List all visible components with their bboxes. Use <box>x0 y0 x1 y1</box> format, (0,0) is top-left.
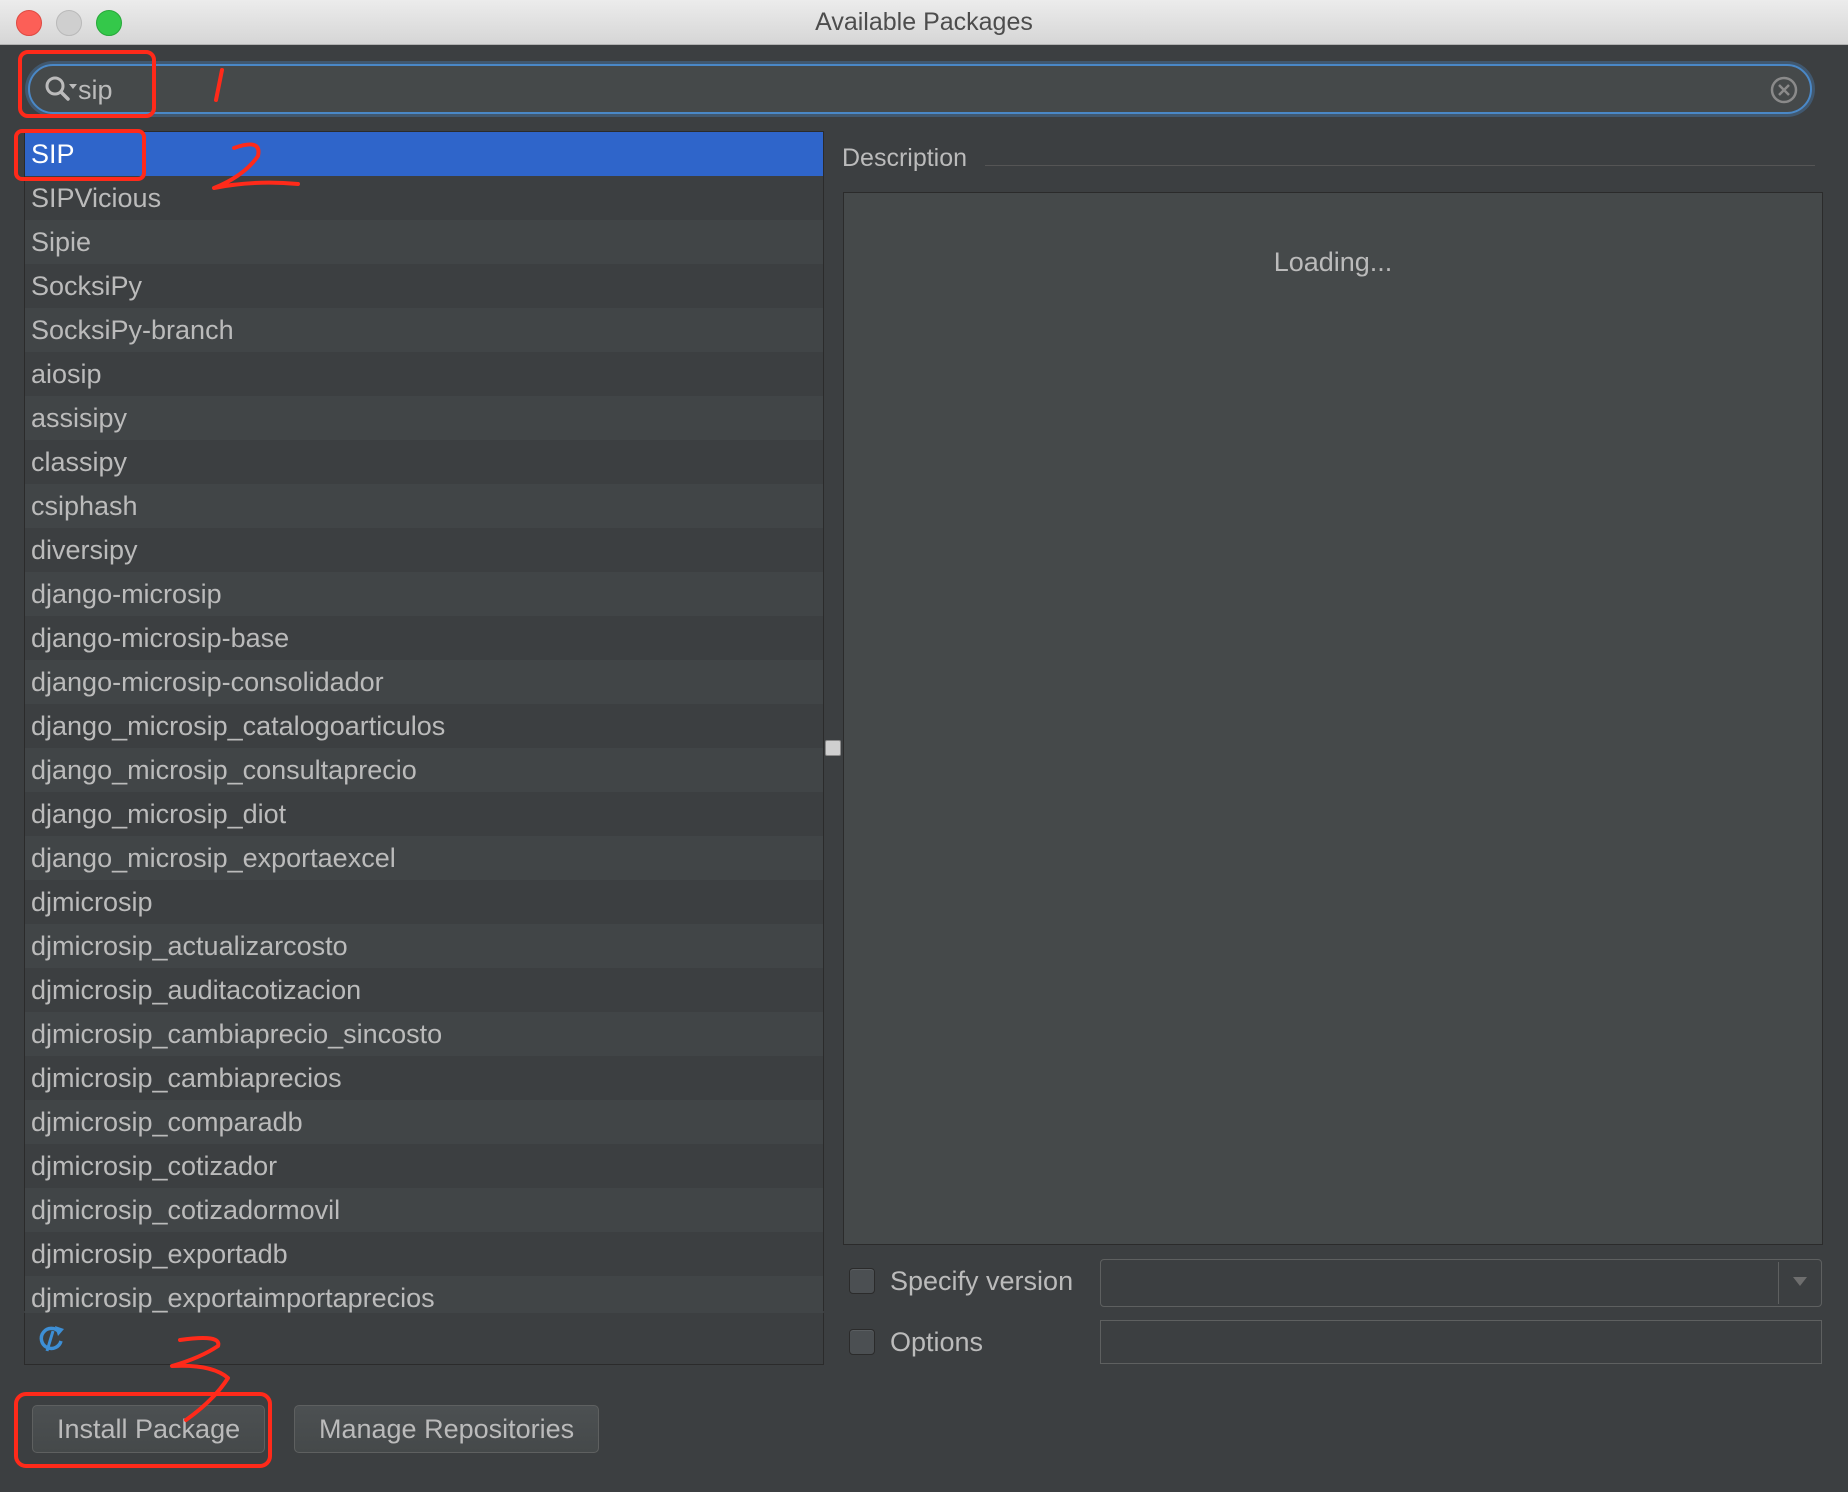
package-list-item[interactable]: SocksiPy <box>25 264 823 308</box>
description-label: Description <box>842 144 968 172</box>
package-list-item[interactable]: djmicrosip <box>25 880 823 924</box>
splitter-handle[interactable] <box>825 740 841 756</box>
package-list-items: SIP SIPVicious Sipie SocksiPy SocksiPy-branc… <box>25 132 823 1313</box>
loading-text: Loading... <box>1273 247 1393 277</box>
package-list-item[interactable]: django_microsip_catalogoarticulos <box>25 704 823 748</box>
package-list-toolbar <box>24 1313 824 1365</box>
package-list-item[interactable]: classipy <box>25 440 823 484</box>
version-dropdown[interactable] <box>1100 1259 1822 1307</box>
package-list-item[interactable]: csiphash <box>25 484 823 528</box>
description-divider <box>985 165 1815 166</box>
package-list-item[interactable]: django-microsip <box>25 572 823 616</box>
package-list-item[interactable]: djmicrosip_actualizarcosto <box>25 924 823 968</box>
specify-version-checkbox[interactable] <box>849 1268 875 1294</box>
package-list[interactable]: SIP SIPVicious Sipie SocksiPy SocksiPy-branc… <box>24 131 824 1313</box>
package-list-item[interactable]: djmicrosip_cambiaprecio_sincosto <box>25 1012 823 1056</box>
search-field[interactable] <box>28 64 1812 114</box>
options-input[interactable] <box>1100 1320 1822 1364</box>
package-list-item[interactable]: SocksiPy-branch <box>25 308 823 352</box>
dropdown-separator <box>1778 1262 1779 1304</box>
title-bar: Available Packages <box>0 0 1848 45</box>
chevron-down-icon[interactable] <box>1791 1274 1809 1293</box>
package-list-item[interactable]: djmicrosip_cotizador <box>25 1144 823 1188</box>
options-checkbox[interactable] <box>849 1329 875 1355</box>
package-list-item[interactable]: django_microsip_exportaexcel <box>25 836 823 880</box>
package-list-item[interactable]: djmicrosip_cambiaprecios <box>25 1056 823 1100</box>
package-list-item[interactable]: SIP <box>25 132 823 176</box>
package-list-item[interactable]: SIPVicious <box>25 176 823 220</box>
search-input[interactable] <box>76 72 1740 108</box>
package-list-item[interactable]: assisipy <box>25 396 823 440</box>
package-list-item[interactable]: django-microsip-base <box>25 616 823 660</box>
options-label: Options <box>890 1327 984 1357</box>
package-list-item[interactable]: django_microsip_diot <box>25 792 823 836</box>
package-list-item[interactable]: djmicrosip_auditacotizacion <box>25 968 823 1012</box>
package-list-item[interactable]: django_microsip_consultaprecio <box>25 748 823 792</box>
package-list-item[interactable]: djmicrosip_cotizadormovil <box>25 1188 823 1232</box>
refresh-icon[interactable] <box>35 1323 67 1360</box>
package-list-item[interactable]: diversipy <box>25 528 823 572</box>
clear-search-icon[interactable] <box>1770 76 1798 104</box>
package-list-item[interactable]: aiosip <box>25 352 823 396</box>
package-list-item[interactable]: djmicrosip_comparadb <box>25 1100 823 1144</box>
package-list-item[interactable]: djmicrosip_exportaimportaprecios <box>25 1276 823 1313</box>
install-package-button[interactable]: Install Package <box>32 1405 266 1453</box>
manage-repositories-button[interactable]: Manage Repositories <box>294 1405 600 1453</box>
package-list-item[interactable]: django-microsip-consolidador <box>25 660 823 704</box>
window-title: Available Packages <box>815 8 1033 36</box>
search-icon[interactable] <box>44 75 78 108</box>
description-panel: Loading... <box>843 192 1823 1245</box>
package-list-item[interactable]: Sipie <box>25 220 823 264</box>
package-list-item[interactable]: djmicrosip_exportadb <box>25 1232 823 1276</box>
specify-version-label: Specify version <box>890 1266 1074 1296</box>
